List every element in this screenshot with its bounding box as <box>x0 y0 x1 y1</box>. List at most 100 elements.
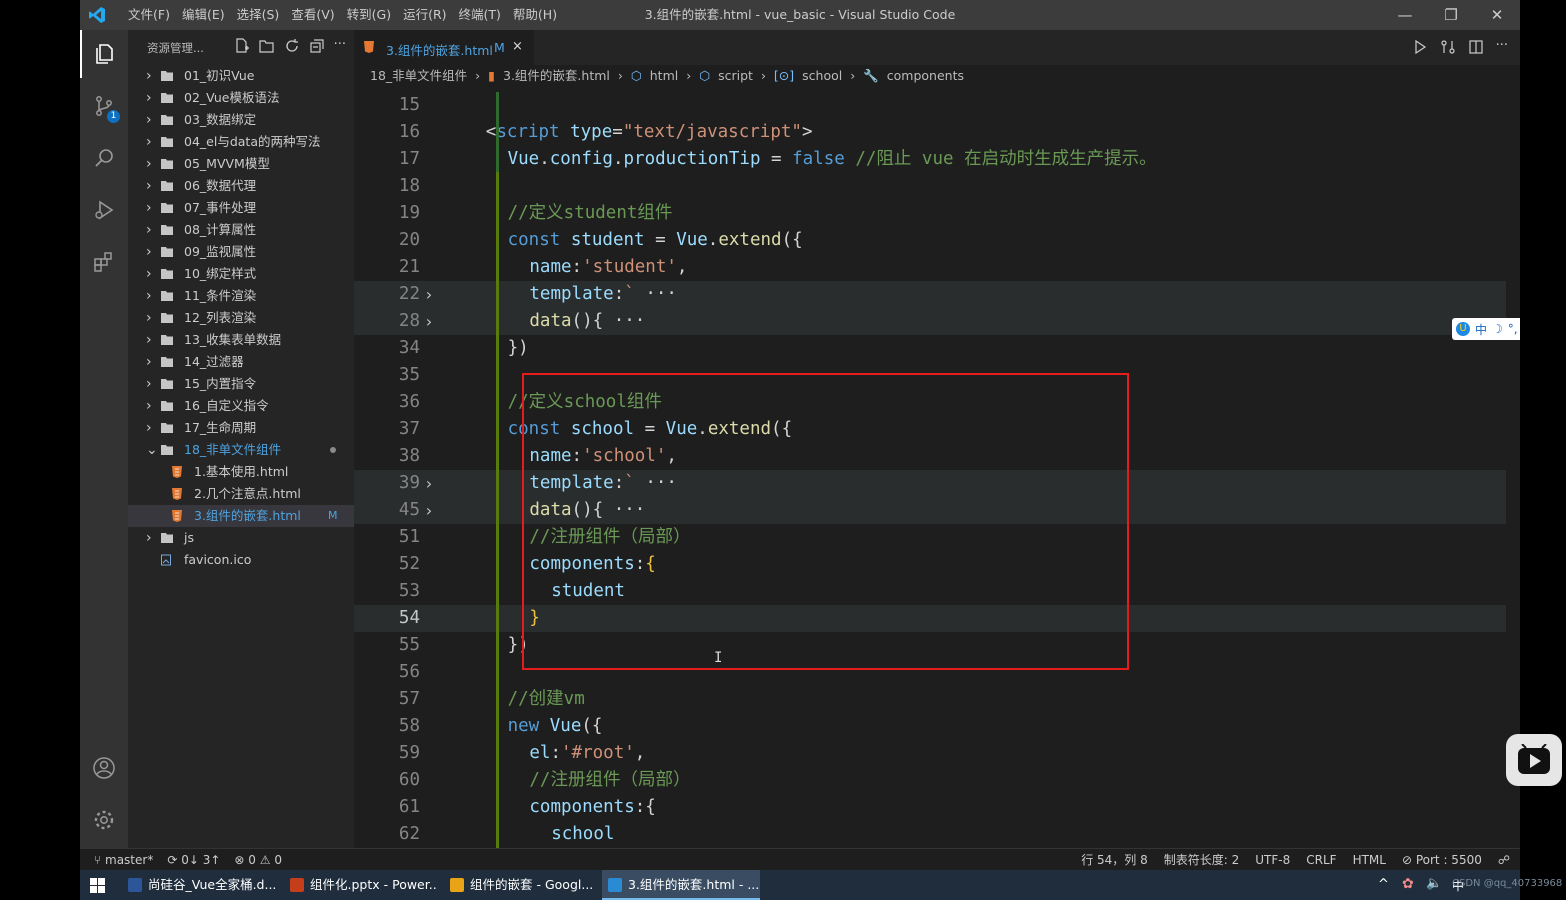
chevron-right-icon[interactable]: › <box>146 329 156 351</box>
tree-item[interactable]: › 09_监视属性 <box>128 241 354 263</box>
tab-active-file[interactable]: 3.组件的嵌套.html M × <box>354 30 534 65</box>
tree-item[interactable]: › 15_内置指令 <box>128 373 354 395</box>
tray-volume-icon[interactable]: 🔈 <box>1426 876 1442 891</box>
code-line[interactable]: 15 <box>354 92 1506 119</box>
tree-item[interactable]: favicon.ico <box>128 549 354 571</box>
breadcrumb-script[interactable]: script <box>718 68 753 83</box>
chevron-right-icon[interactable]: › <box>146 241 156 263</box>
run-debug-icon[interactable] <box>80 186 128 234</box>
chevron-right-icon[interactable]: › <box>146 285 156 307</box>
breadcrumb-components[interactable]: components <box>887 68 964 83</box>
tray-chevron-icon[interactable]: ^ <box>1378 877 1389 892</box>
tree-item[interactable]: › 02_Vue模板语法 <box>128 87 354 109</box>
settings-gear-icon[interactable] <box>80 796 128 844</box>
windows-start-icon[interactable] <box>90 878 105 893</box>
chevron-right-icon[interactable]: › <box>146 109 156 131</box>
video-play-button[interactable] <box>1506 734 1562 786</box>
encoding[interactable]: UTF-8 <box>1255 849 1290 870</box>
chevron-right-icon[interactable]: › <box>146 373 156 395</box>
code-line[interactable]: 18 <box>354 173 1506 200</box>
ime-lang[interactable]: 中 <box>1475 321 1487 338</box>
code-line[interactable]: 57 //创建vm <box>354 686 1506 713</box>
breadcrumb-html[interactable]: html <box>650 68 678 83</box>
tray-network-icon[interactable]: ✿ <box>1402 876 1414 892</box>
ime-toolbar[interactable]: U 中 ☽ °, ⌨ 👤 🔧 <box>1452 318 1520 340</box>
git-sync[interactable]: ⟳ 0↓ 3↑ <box>167 849 220 870</box>
editor-more-icon[interactable]: ··· <box>1496 39 1508 55</box>
ime-moon-icon[interactable]: ☽ <box>1492 322 1503 336</box>
taskbar-app[interactable]: 组件化.pptx - Power... <box>284 870 438 900</box>
chevron-right-icon[interactable]: › <box>146 87 156 109</box>
menu-selection[interactable]: 选择(S) <box>231 0 286 30</box>
cursor-position[interactable]: 行 54，列 8 <box>1081 849 1148 870</box>
menu-edit[interactable]: 编辑(E) <box>176 0 231 30</box>
code-line[interactable]: 59 el:'#root', <box>354 740 1506 767</box>
code-line[interactable]: 22 › template:` ··· <box>354 281 1506 308</box>
tree-item[interactable]: 1.基本使用.html <box>128 461 354 483</box>
code-line[interactable]: 62 school <box>354 821 1506 848</box>
chevron-right-icon[interactable]: › <box>146 351 156 373</box>
tab-size[interactable]: 制表符长度: 2 <box>1164 849 1240 870</box>
menu-file[interactable]: 文件(F) <box>122 0 176 30</box>
live-server-port[interactable]: ⊘ Port : 5500 <box>1402 849 1482 870</box>
extensions-icon[interactable] <box>80 238 128 286</box>
tree-item[interactable]: 3.组件的嵌套.html M <box>128 505 354 527</box>
close-button[interactable]: ✕ <box>1474 0 1520 30</box>
tree-item[interactable]: › 17_生命周期 <box>128 417 354 439</box>
code-line[interactable]: 21 name:'student', <box>354 254 1506 281</box>
run-file-icon[interactable] <box>1412 39 1428 55</box>
tree-item[interactable]: › 04_el与data的两种写法 <box>128 131 354 153</box>
code-line[interactable]: 58 new Vue({ <box>354 713 1506 740</box>
fold-chevron-icon[interactable]: › <box>424 497 434 524</box>
chevron-right-icon[interactable]: › <box>146 175 156 197</box>
breadcrumb-file[interactable]: 3.组件的嵌套.html <box>503 68 610 83</box>
chevron-right-icon[interactable]: › <box>146 197 156 219</box>
source-control-icon[interactable]: 1 <box>80 82 128 130</box>
taskbar-app[interactable]: 尚硅谷_Vue全家桶.d... <box>122 870 280 900</box>
search-icon[interactable] <box>80 134 128 182</box>
compare-changes-icon[interactable] <box>1440 39 1456 55</box>
tree-item[interactable]: › 05_MVVM模型 <box>128 153 354 175</box>
chevron-right-icon[interactable]: › <box>146 131 156 153</box>
tree-item[interactable]: › js <box>128 527 354 549</box>
refresh-icon[interactable] <box>284 38 300 54</box>
chevron-down-icon[interactable]: ⌄ <box>146 439 158 461</box>
fold-chevron-icon[interactable]: › <box>424 281 434 308</box>
problems[interactable]: ⊗ 0 ⚠ 0 <box>234 849 282 870</box>
menu-go[interactable]: 转到(G) <box>341 0 397 30</box>
restore-button[interactable]: ❐ <box>1428 0 1474 30</box>
collapse-all-icon[interactable] <box>309 38 325 54</box>
code-line[interactable]: 34}) <box>354 335 1506 362</box>
tree-item[interactable]: › 11_条件渲染 <box>128 285 354 307</box>
code-line[interactable]: 17 Vue.config.productionTip = false //阻止 … <box>354 146 1506 173</box>
menu-run[interactable]: 运行(R) <box>397 0 452 30</box>
tree-item[interactable]: › 13_收集表单数据 <box>128 329 354 351</box>
menu-terminal[interactable]: 终端(T) <box>453 0 507 30</box>
feedback-icon[interactable]: ☍ <box>1498 849 1510 870</box>
tree-item[interactable]: › 14_过滤器 <box>128 351 354 373</box>
code-line[interactable]: 20 const student = Vue.extend({ <box>354 227 1506 254</box>
chevron-right-icon[interactable]: › <box>146 65 156 87</box>
tree-item[interactable]: › 16_自定义指令 <box>128 395 354 417</box>
taskbar-app[interactable]: 3.组件的嵌套.html - ... <box>602 870 760 900</box>
git-branch[interactable]: ⑂ master* <box>94 849 153 870</box>
more-actions-icon[interactable]: ··· <box>334 38 346 54</box>
eol[interactable]: CRLF <box>1306 849 1336 870</box>
chevron-right-icon[interactable]: › <box>146 219 156 241</box>
accounts-icon[interactable] <box>80 744 128 792</box>
tree-item[interactable]: 2.几个注意点.html <box>128 483 354 505</box>
tree-item[interactable]: › 01_初识Vue <box>128 65 354 87</box>
menu-view[interactable]: 查看(V) <box>285 0 340 30</box>
tree-item[interactable]: ⌄ 18_非单文件组件 <box>128 439 354 461</box>
chevron-right-icon[interactable]: › <box>146 153 156 175</box>
code-line[interactable]: 28 › data(){ ··· <box>354 308 1506 335</box>
chevron-right-icon[interactable]: › <box>146 263 156 285</box>
chevron-right-icon[interactable]: › <box>146 307 156 329</box>
breadcrumb-school[interactable]: school <box>802 68 842 83</box>
fold-chevron-icon[interactable]: › <box>424 308 434 335</box>
tab-close-icon[interactable]: × <box>512 39 523 54</box>
ime-punct-icon[interactable]: °, <box>1508 322 1518 336</box>
new-file-icon[interactable] <box>234 38 250 54</box>
tree-item[interactable]: › 08_计算属性 <box>128 219 354 241</box>
taskbar-app[interactable]: 组件的嵌套 - Googl... <box>444 870 598 900</box>
